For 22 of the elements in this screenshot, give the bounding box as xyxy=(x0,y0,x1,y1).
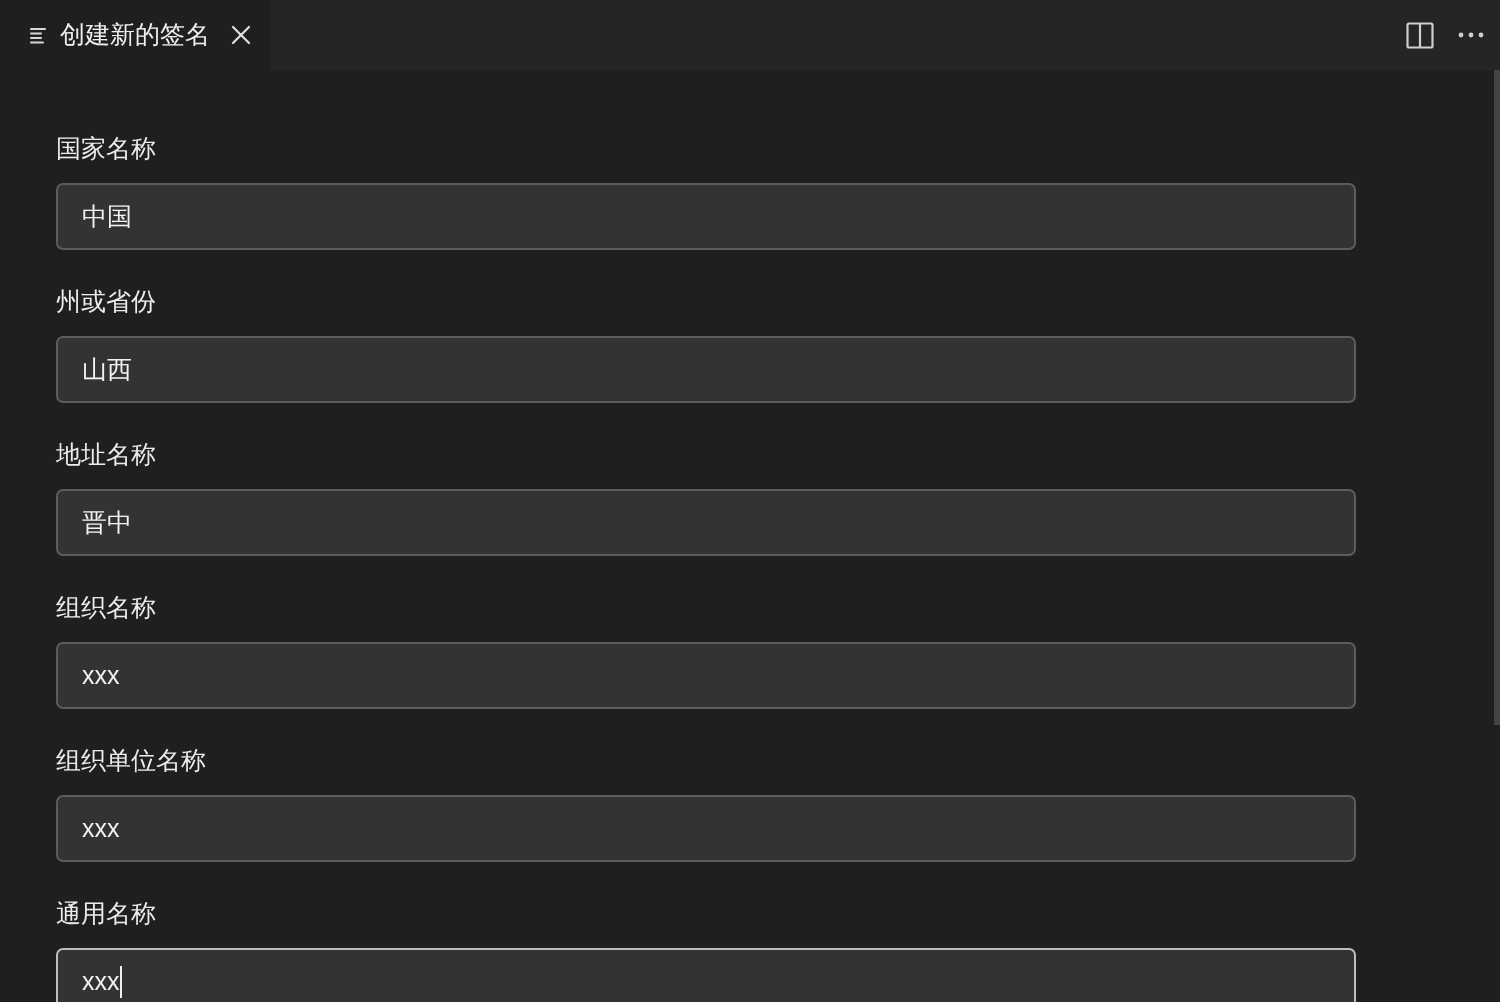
input-field[interactable]: 中国 xyxy=(56,183,1356,250)
input-field[interactable]: xxx xyxy=(56,795,1356,862)
field-label: 通用名称 xyxy=(56,898,157,929)
lines-icon xyxy=(30,26,48,44)
text-cursor xyxy=(119,965,122,998)
editor-tab[interactable]: 创建新的签名 xyxy=(0,0,270,70)
field-label: 组织名称 xyxy=(56,592,157,623)
split-editor-button[interactable] xyxy=(1406,21,1434,49)
close-button[interactable] xyxy=(230,24,252,46)
split-editor-icon xyxy=(1406,21,1434,49)
scrollbar-thumb[interactable] xyxy=(1494,70,1500,725)
input-field[interactable]: xxx xyxy=(56,642,1356,709)
input-field[interactable]: 晋中 xyxy=(56,489,1356,556)
input-field[interactable]: xxx xyxy=(56,948,1356,1002)
input-field[interactable]: 山西 xyxy=(56,336,1356,403)
field-label: 国家名称 xyxy=(56,133,157,164)
more-actions-button[interactable] xyxy=(1458,32,1484,38)
field-label: 组织单位名称 xyxy=(56,745,207,776)
field-label: 地址名称 xyxy=(56,439,157,470)
field-label: 州或省份 xyxy=(56,286,157,317)
close-icon xyxy=(230,24,252,46)
more-icon xyxy=(1458,32,1484,38)
